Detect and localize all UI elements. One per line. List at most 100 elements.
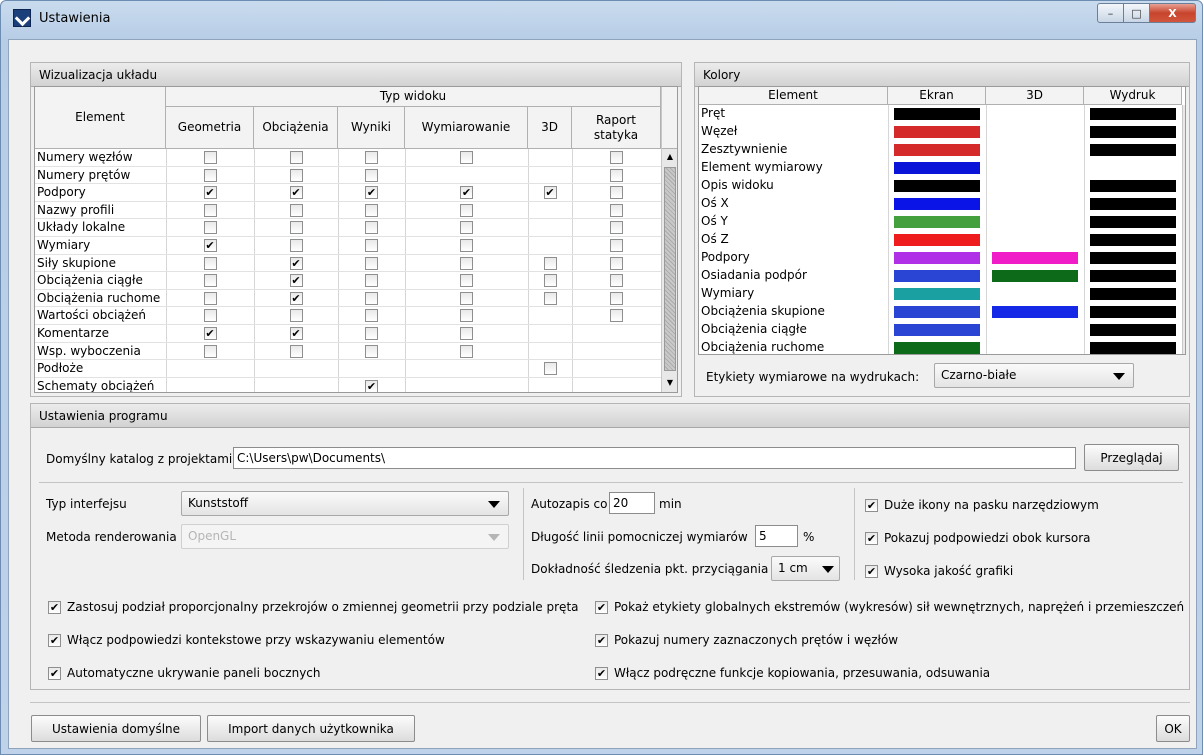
view-checkbox[interactable] <box>460 291 473 305</box>
color-swatch[interactable] <box>992 306 1078 318</box>
option-checkbox[interactable]: ✔ Pokazuj podpowiedzi obok kursora <box>865 531 1091 545</box>
dimension-line-input[interactable]: 5 <box>755 525 798 547</box>
checkbox-box[interactable]: ✔ <box>865 531 878 545</box>
checkbox-box[interactable]: ✔ <box>595 600 608 614</box>
view-checkbox[interactable] <box>203 256 217 270</box>
view-checkbox[interactable] <box>289 203 303 217</box>
view-checkbox[interactable]: ✔ <box>289 327 303 340</box>
view-checkbox[interactable] <box>289 239 303 252</box>
view-checkbox[interactable] <box>610 291 623 305</box>
option-checkbox[interactable]: ✔ Wysoka jakość grafiki <box>865 564 1013 578</box>
view-checkbox[interactable] <box>460 256 473 270</box>
color-swatch[interactable] <box>894 162 980 174</box>
color-swatch[interactable] <box>894 198 980 210</box>
color-swatch[interactable] <box>1090 252 1176 264</box>
view-checkbox[interactable] <box>365 344 378 358</box>
option-checkbox[interactable]: ✔ Zastosuj podział proporcjonalny przekro… <box>48 600 579 614</box>
vertical-scrollbar[interactable]: ▲▼ <box>1182 105 1185 354</box>
checkbox-box[interactable]: ✔ <box>865 498 878 512</box>
browse-button[interactable]: Przeglądaj <box>1084 444 1179 471</box>
view-checkbox[interactable]: ✔ <box>289 274 303 288</box>
snap-precision-dropdown[interactable]: 1 cm <box>771 556 840 581</box>
color-swatch[interactable] <box>894 126 980 138</box>
option-checkbox[interactable]: ✔ Duże ikony na pasku narzędziowym <box>865 498 1099 512</box>
view-checkbox[interactable] <box>365 291 378 305</box>
color-swatch[interactable] <box>1090 270 1176 282</box>
view-checkbox[interactable] <box>365 327 378 340</box>
checkbox-box[interactable]: ✔ <box>595 666 608 680</box>
view-checkbox[interactable]: ✔ <box>365 379 378 392</box>
view-checkbox[interactable] <box>460 327 473 340</box>
view-checkbox[interactable] <box>543 362 557 376</box>
default-dir-input[interactable]: C:\Users\pw\Documents\ <box>233 447 1076 469</box>
color-swatch[interactable] <box>1090 288 1176 300</box>
view-checkbox[interactable] <box>289 221 303 235</box>
view-checkbox[interactable] <box>610 221 623 235</box>
print-labels-dropdown[interactable]: Czarno-białe <box>934 363 1134 388</box>
maximize-button[interactable]: □ <box>1124 3 1150 23</box>
view-checkbox[interactable] <box>203 221 217 235</box>
option-checkbox[interactable]: ✔ Pokazuj numery zaznaczonych prętów i wę… <box>595 633 898 647</box>
color-swatch[interactable] <box>1090 324 1176 336</box>
scroll-up-icon[interactable]: ▲ <box>662 149 677 165</box>
view-checkbox[interactable] <box>203 151 217 164</box>
color-swatch[interactable] <box>1090 126 1176 138</box>
checkbox-box[interactable]: ✔ <box>48 633 61 647</box>
view-checkbox[interactable]: ✔ <box>543 186 557 200</box>
color-swatch[interactable] <box>992 270 1078 282</box>
option-checkbox[interactable]: ✔ Pokaż etykiety globalnych ekstremów (wy… <box>595 600 1184 614</box>
color-swatch[interactable] <box>1090 234 1176 246</box>
view-checkbox[interactable] <box>543 274 557 288</box>
view-checkbox[interactable] <box>203 309 217 323</box>
view-checkbox[interactable] <box>543 291 557 305</box>
color-swatch[interactable] <box>894 234 980 246</box>
import-user-data-button[interactable]: Import danych użytkownika <box>207 715 415 742</box>
view-checkbox[interactable] <box>610 274 623 288</box>
option-checkbox[interactable]: ✔ Automatyczne ukrywanie paneli bocznych <box>48 666 321 680</box>
option-checkbox[interactable]: ✔ Włącz podpowiedzi kontekstowe przy wska… <box>48 633 445 647</box>
view-checkbox[interactable] <box>289 151 303 164</box>
color-swatch[interactable] <box>1090 144 1176 156</box>
checkbox-box[interactable]: ✔ <box>865 564 878 578</box>
color-swatch[interactable] <box>894 180 980 192</box>
view-checkbox[interactable]: ✔ <box>289 291 303 305</box>
view-checkbox[interactable] <box>289 168 303 182</box>
color-swatch[interactable] <box>894 144 980 156</box>
view-checkbox[interactable] <box>203 291 217 305</box>
view-checkbox[interactable] <box>610 151 623 164</box>
color-swatch[interactable] <box>1090 180 1176 192</box>
interface-type-dropdown[interactable]: Kunststoff <box>181 491 509 516</box>
color-swatch[interactable] <box>894 288 980 300</box>
option-checkbox[interactable]: ✔ Włącz podręczne funkcje kopiowania, prz… <box>595 666 990 680</box>
view-checkbox[interactable] <box>610 203 623 217</box>
view-checkbox[interactable] <box>365 203 378 217</box>
view-checkbox[interactable] <box>460 221 473 235</box>
view-checkbox[interactable] <box>610 256 623 270</box>
default-settings-button[interactable]: Ustawienia domyślne <box>31 715 201 742</box>
view-checkbox[interactable] <box>460 344 473 358</box>
checkbox-box[interactable]: ✔ <box>48 666 61 680</box>
view-checkbox[interactable]: ✔ <box>460 186 473 200</box>
checkbox-box[interactable]: ✔ <box>48 600 61 614</box>
view-checkbox[interactable] <box>203 168 217 182</box>
view-checkbox[interactable] <box>289 309 303 323</box>
color-swatch[interactable] <box>894 252 980 264</box>
view-checkbox[interactable] <box>289 344 303 358</box>
view-checkbox[interactable] <box>460 151 473 164</box>
view-checkbox[interactable] <box>460 309 473 323</box>
color-swatch[interactable] <box>894 306 980 318</box>
view-checkbox[interactable] <box>610 239 623 252</box>
view-checkbox[interactable] <box>460 239 473 252</box>
view-checkbox[interactable] <box>460 274 473 288</box>
view-checkbox[interactable] <box>610 186 623 200</box>
color-swatch[interactable] <box>894 270 980 282</box>
view-checkbox[interactable] <box>365 274 378 288</box>
color-swatch[interactable] <box>894 216 980 228</box>
view-checkbox[interactable] <box>203 274 217 288</box>
vertical-scrollbar[interactable]: ▲▼ <box>661 87 677 392</box>
scroll-thumb[interactable] <box>664 167 676 371</box>
view-checkbox[interactable] <box>365 168 378 182</box>
view-checkbox[interactable] <box>365 151 378 164</box>
view-checkbox[interactable]: ✔ <box>289 186 303 200</box>
color-swatch[interactable] <box>1090 108 1176 120</box>
